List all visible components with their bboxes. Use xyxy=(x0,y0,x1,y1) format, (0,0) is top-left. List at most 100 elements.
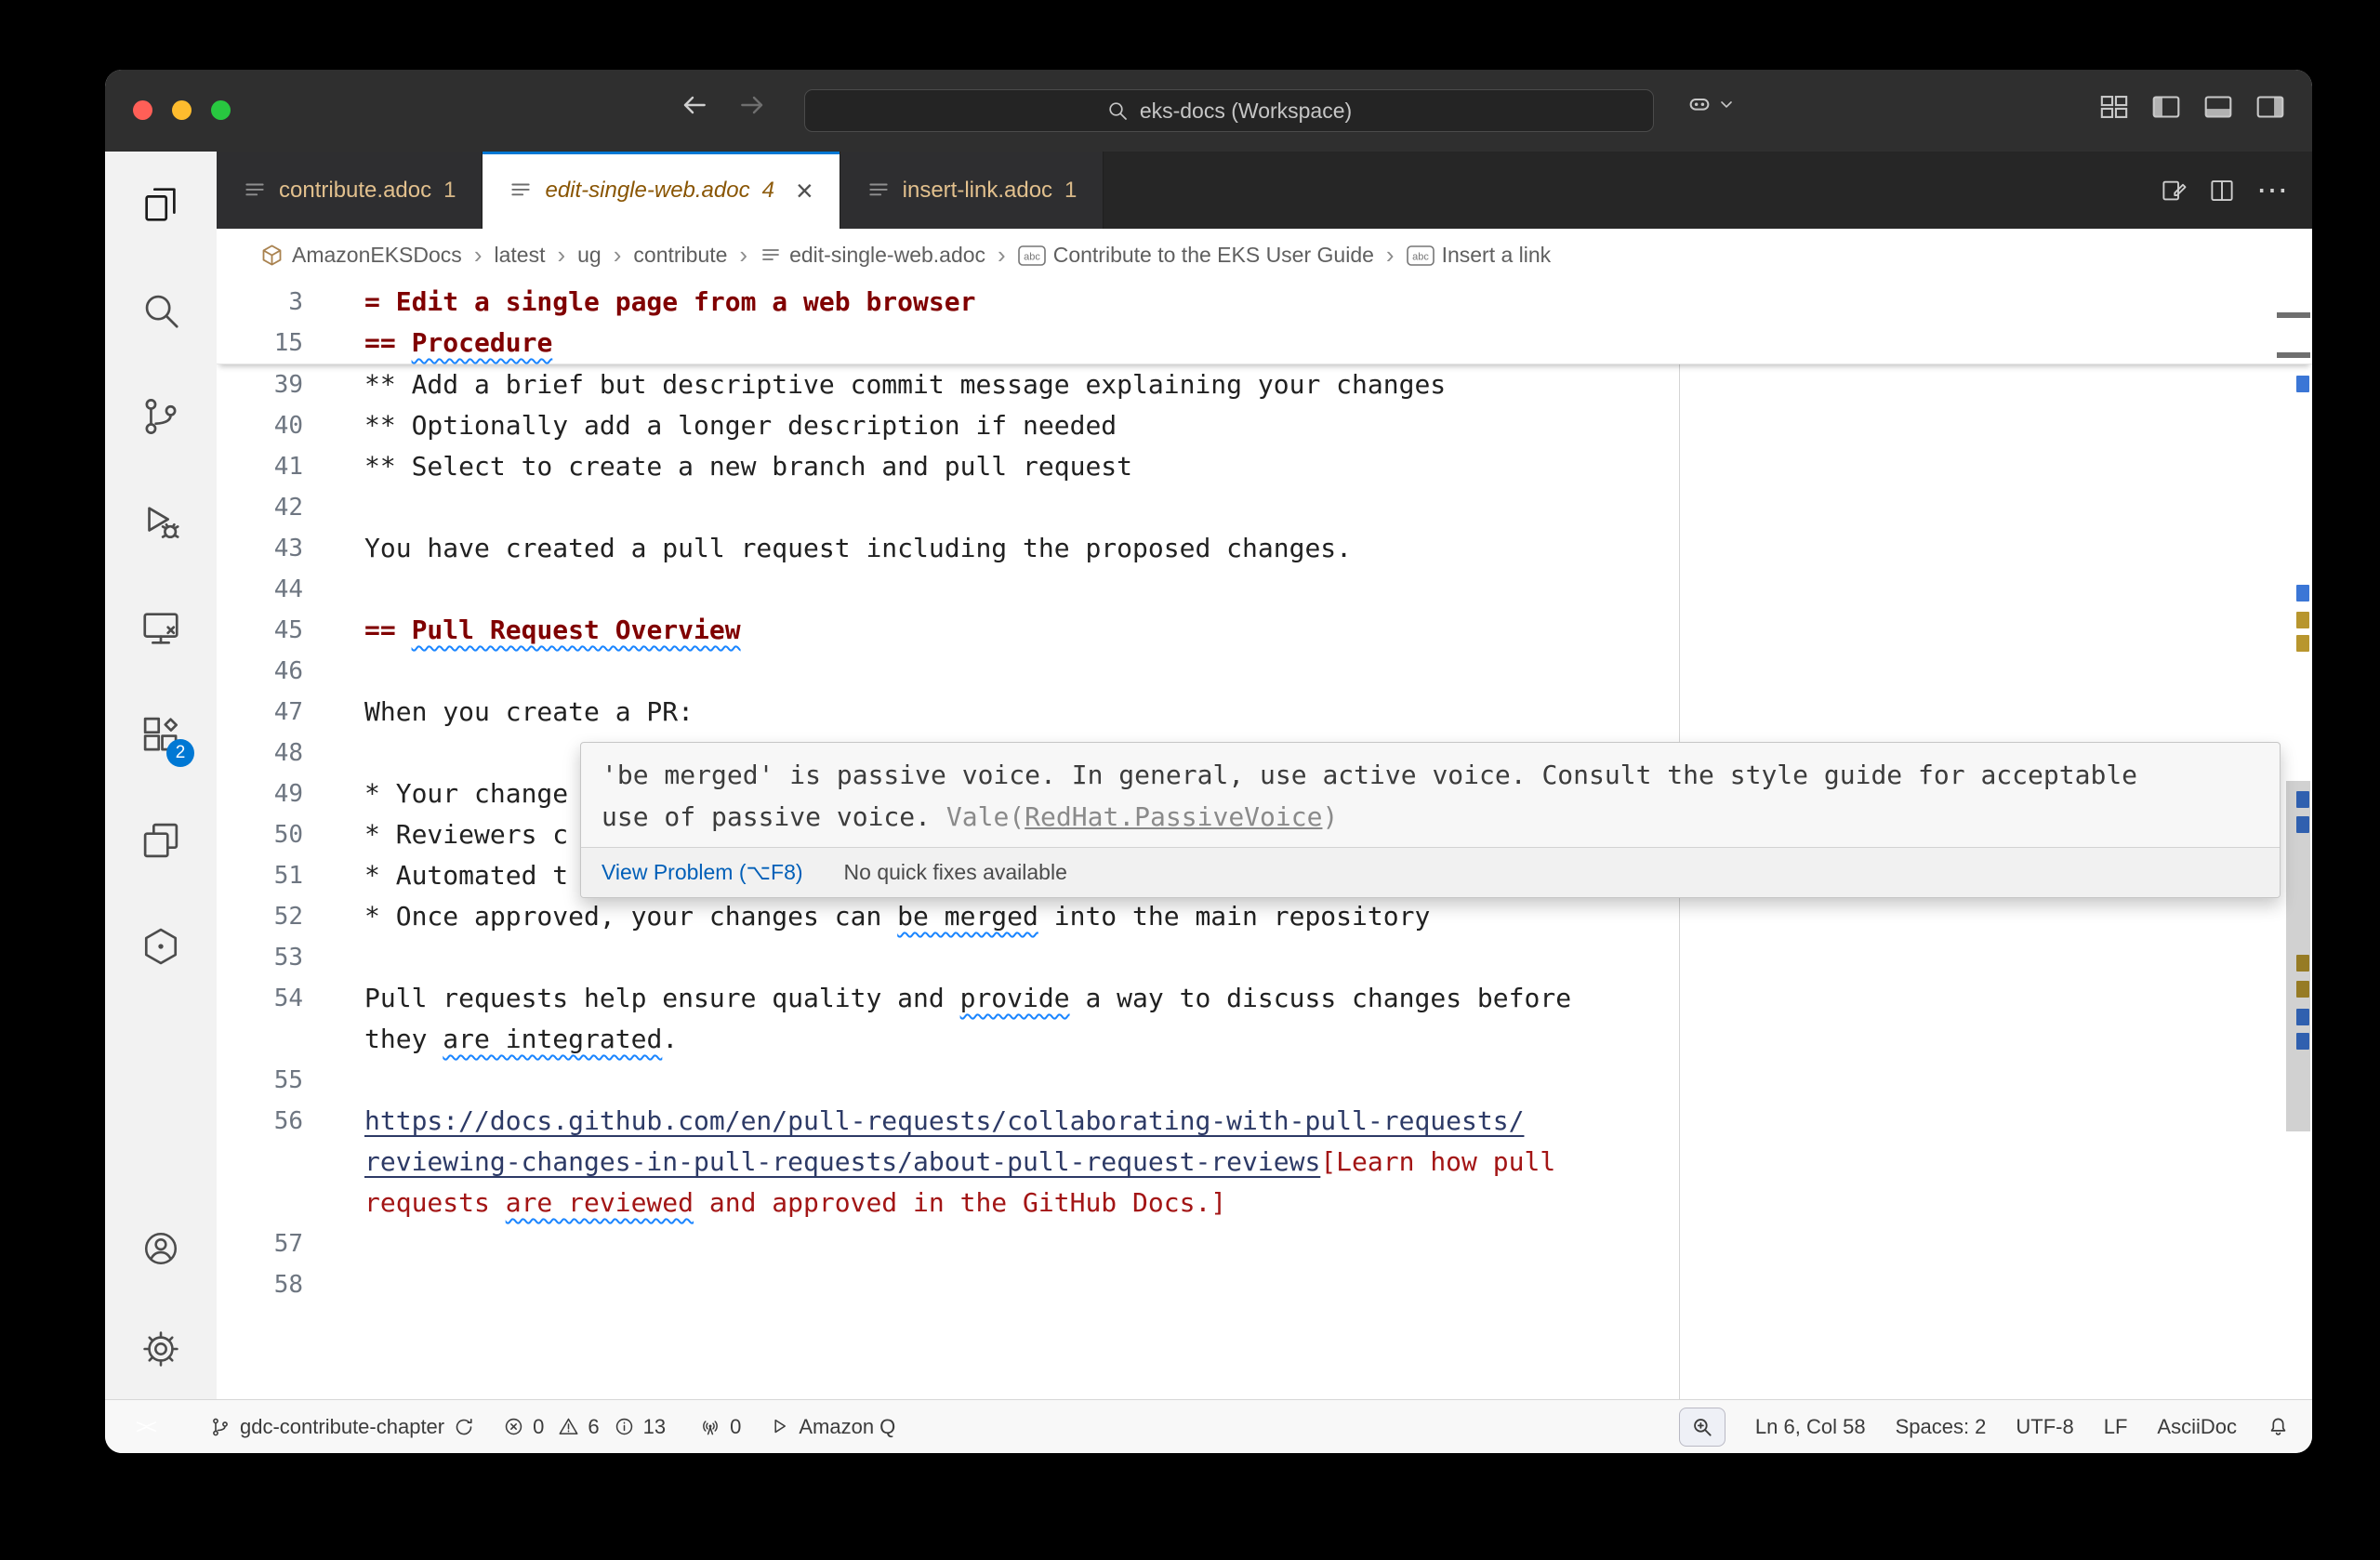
sticky-scroll[interactable]: 3= Edit a single page from a web browser… xyxy=(217,282,2312,364)
tab-insert-link-adoc[interactable]: insert-link.adoc 1 xyxy=(840,152,1104,229)
tab-label: contribute.adoc xyxy=(279,178,431,204)
main-area: 2 xyxy=(105,152,2312,1399)
line-number: 54 xyxy=(217,978,303,1019)
view-problem-link[interactable]: View Problem (⌥F8) xyxy=(602,860,803,885)
ports-indicator[interactable]: 0 xyxy=(699,1415,741,1439)
code-row[interactable]: 56https://docs.github.com/en/pull-reques… xyxy=(217,1101,2312,1142)
open-changes-icon[interactable] xyxy=(2160,177,2188,205)
breadcrumb-item-file[interactable]: edit-single-web.adoc xyxy=(760,243,985,268)
run-and-debug-icon[interactable] xyxy=(105,469,217,575)
toggle-primary-sidebar-icon[interactable] xyxy=(2150,94,2182,123)
code-row[interactable]: 53 xyxy=(217,937,2312,978)
breadcrumb-item[interactable]: contribute xyxy=(633,243,727,268)
explorer-icon[interactable] xyxy=(105,152,217,258)
amazon-q-indicator[interactable]: Amazon Q xyxy=(769,1415,895,1439)
zoom-indicator[interactable] xyxy=(1679,1408,1726,1447)
language-mode-indicator[interactable]: AsciiDoc xyxy=(2157,1415,2237,1439)
forward-icon[interactable] xyxy=(737,90,767,120)
code-row[interactable]: 44 xyxy=(217,569,2312,610)
accounts-icon[interactable] xyxy=(105,1198,217,1299)
breadcrumb-item-symbol[interactable]: abc Contribute to the EKS User Guide xyxy=(1018,243,1374,268)
hover-actions: View Problem (⌥F8) No quick fixes availa… xyxy=(581,847,2280,897)
settings-gear-icon[interactable] xyxy=(105,1299,217,1399)
breadcrumb-separator: › xyxy=(554,241,568,270)
close-window-button[interactable] xyxy=(133,100,152,120)
copilot-menu[interactable] xyxy=(1686,90,1736,118)
code-row[interactable]: requests are reviewed and approved in th… xyxy=(217,1183,2312,1223)
code-row[interactable]: they are integrated. xyxy=(217,1019,2312,1060)
back-icon[interactable] xyxy=(680,90,709,120)
line-number xyxy=(217,1019,303,1060)
bread crumb-item[interactable]: ug xyxy=(577,243,602,268)
code-row[interactable]: 43You have created a pull request includ… xyxy=(217,528,2312,569)
git-branch-icon xyxy=(209,1416,231,1438)
tab-problem-count: 4 xyxy=(762,178,774,204)
code-row[interactable]: 57 xyxy=(217,1223,2312,1264)
problems-indicator[interactable]: 0 6 13 xyxy=(503,1415,671,1439)
tab-edit-single-web-adoc[interactable]: edit-single-web.adoc 4 × xyxy=(483,152,840,229)
tab-label: edit-single-web.adoc xyxy=(545,178,749,204)
breadcrumb-separator: › xyxy=(611,241,625,270)
tab-contribute-adoc[interactable]: contribute.adoc 1 xyxy=(217,152,483,229)
indentation-indicator[interactable]: Spaces: 2 xyxy=(1896,1415,1987,1439)
code-row[interactable]: 3= Edit a single page from a web browser xyxy=(217,282,2312,323)
editor[interactable]: 3= Edit a single page from a web browser… xyxy=(217,282,2312,1399)
notifications-bell-icon[interactable] xyxy=(2267,1415,2290,1438)
search-icon[interactable] xyxy=(105,258,217,364)
adoc-file-icon xyxy=(866,178,891,203)
copilot-icon xyxy=(1686,90,1713,118)
eol-indicator[interactable]: LF xyxy=(2104,1415,2128,1439)
encoding-indicator[interactable]: UTF-8 xyxy=(2016,1415,2073,1439)
code-row[interactable]: 54Pull requests help ensure quality and … xyxy=(217,978,2312,1019)
screen: eks-docs (Workspace) xyxy=(0,0,2380,1560)
line-number: 42 xyxy=(217,487,303,528)
minimize-window-button[interactable] xyxy=(172,100,192,120)
cursor-position-indicator[interactable]: Ln 6, Col 58 xyxy=(1755,1415,1866,1439)
sync-icon xyxy=(453,1416,475,1438)
tab-bar: contribute.adoc 1 edit-single-web.adoc 4… xyxy=(217,152,2312,229)
remote-indicator[interactable]: >< xyxy=(105,1400,185,1453)
customize-layout-icon[interactable] xyxy=(2098,94,2130,123)
toggle-secondary-sidebar-icon[interactable] xyxy=(2254,94,2286,123)
breadcrumb-item-symbol[interactable]: abc Insert a link xyxy=(1407,243,1552,268)
close-icon[interactable]: × xyxy=(796,176,813,205)
code-row[interactable]: 46 xyxy=(217,651,2312,692)
code-row[interactable]: 47When you create a PR: xyxy=(217,692,2312,733)
more-actions-icon[interactable]: ⋯ xyxy=(2256,175,2288,206)
breadcrumb-item[interactable]: latest xyxy=(494,243,545,268)
code-row[interactable]: reviewing-changes-in-pull-requests/about… xyxy=(217,1142,2312,1183)
code-row[interactable]: 42 xyxy=(217,487,2312,528)
workspace-title: eks-docs (Workspace) xyxy=(1140,99,1352,124)
breadcrumb-separator: › xyxy=(471,241,485,270)
code-row[interactable]: 45== Pull Request Overview xyxy=(217,610,2312,651)
code-row[interactable]: 55 xyxy=(217,1060,2312,1101)
maximize-window-button[interactable] xyxy=(211,100,231,120)
tab-label: insert-link.adoc xyxy=(903,178,1052,204)
error-icon xyxy=(503,1416,524,1437)
source-control-icon[interactable] xyxy=(105,364,217,469)
line-number: 56 xyxy=(217,1101,303,1142)
overview-ruler-mark xyxy=(2296,376,2309,392)
line-number: 50 xyxy=(217,814,303,855)
breadcrumb-separator: › xyxy=(736,241,750,270)
toggle-panel-icon[interactable] xyxy=(2202,94,2234,123)
code-row[interactable]: 39** Add a brief but descriptive commit … xyxy=(217,364,2312,405)
split-editor-icon[interactable] xyxy=(2208,177,2236,205)
svg-text:abc: abc xyxy=(1024,251,1040,262)
code-row[interactable]: 41** Select to create a new branch and p… xyxy=(217,446,2312,487)
status-bar: >< gdc-contribute-chapter 0 6 13 xyxy=(105,1399,2312,1453)
code-row[interactable]: 15== Procedure xyxy=(217,323,2312,364)
workspaces-icon[interactable] xyxy=(105,787,217,893)
branch-indicator[interactable]: gdc-contribute-chapter xyxy=(209,1415,475,1439)
remote-explorer-icon[interactable] xyxy=(105,575,217,681)
command-center-search[interactable]: eks-docs (Workspace) xyxy=(804,89,1654,132)
code-row[interactable]: 58 xyxy=(217,1264,2312,1305)
breadcrumb-item-root[interactable]: AmazonEKSDocs xyxy=(259,243,462,268)
line-number xyxy=(217,1142,303,1183)
hexagon-extension-icon[interactable] xyxy=(105,893,217,999)
vale-rule-link[interactable]: RedHat.PassiveVoice xyxy=(1025,801,1322,832)
scrollbar-thumb[interactable] xyxy=(2286,781,2310,1131)
extensions-icon[interactable]: 2 xyxy=(105,681,217,787)
code-row[interactable]: 40** Optionally add a longer description… xyxy=(217,405,2312,446)
code-row[interactable]: 52* Once approved, your changes can be m… xyxy=(217,896,2312,937)
